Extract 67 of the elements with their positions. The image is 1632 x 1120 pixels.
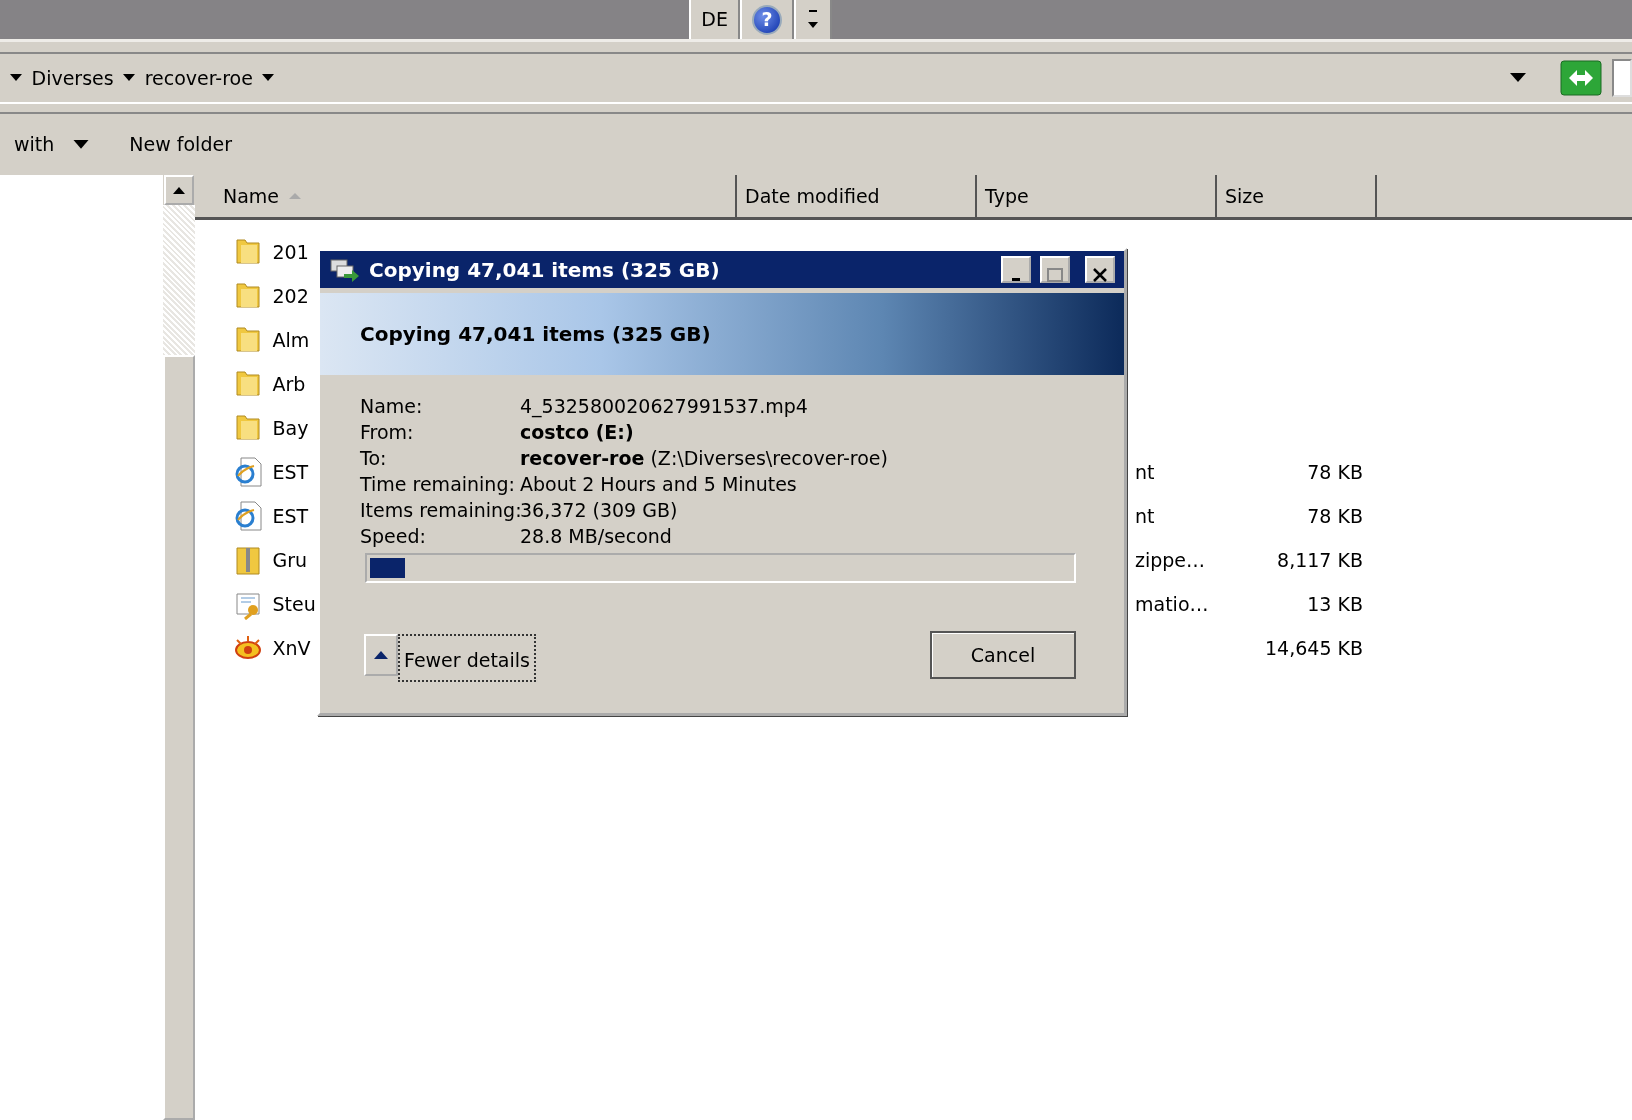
- detail-value: costco (E:): [520, 419, 634, 445]
- detail-label: Items remaining:: [360, 497, 520, 523]
- dropdown-caret-icon[interactable]: [1510, 73, 1526, 83]
- column-header[interactable]: Name: [195, 175, 737, 217]
- close-button[interactable]: [1084, 256, 1115, 283]
- detail-value: 4_532580020627991537.mp4: [520, 393, 808, 419]
- breadcrumb[interactable]: Diverses: [31, 63, 114, 93]
- file-size: 13 KB: [1307, 592, 1363, 615]
- breadcrumb[interactable]: recover-roe: [144, 63, 253, 93]
- fewer-details-button[interactable]: Fewer details: [398, 633, 536, 682]
- file-name[interactable]: XnV: [272, 633, 311, 663]
- column-header[interactable]: Date modified: [737, 175, 977, 217]
- maximize-icon: [1047, 267, 1064, 282]
- caret-icon[interactable]: [262, 74, 275, 82]
- file-name[interactable]: 202: [272, 281, 309, 311]
- file-size: 14,645 KB: [1265, 636, 1363, 659]
- scroll-up-button[interactable]: [164, 175, 194, 205]
- caret-icon[interactable]: [10, 74, 22, 82]
- file-type: matio…: [1135, 592, 1209, 615]
- file-name[interactable]: EST: [272, 457, 309, 487]
- search-field[interactable]: [1612, 59, 1632, 97]
- file-type: zippe…: [1135, 548, 1206, 571]
- file-name[interactable]: Bay: [272, 413, 309, 443]
- copy-icon: [329, 257, 360, 282]
- toolbar-item[interactable]: with: [14, 130, 55, 159]
- file-size: 78 KB: [1307, 460, 1363, 483]
- minimize-icon: [1011, 278, 1020, 281]
- file-name[interactable]: 201: [272, 237, 309, 267]
- up-arrow-icon: [173, 186, 185, 194]
- dialog-title: Copying 47,041 items (325 GB): [369, 256, 721, 284]
- caret-icon[interactable]: [123, 74, 136, 82]
- dialog-heading: Copying 47,041 items (325 GB): [360, 320, 711, 348]
- detail-value: recover-roe (Z:\Diverses\recover-roe): [520, 445, 888, 471]
- detail-label: Time remaining:: [360, 471, 516, 497]
- file-name[interactable]: Alm: [272, 325, 310, 355]
- detail-label: Name:: [360, 393, 424, 419]
- file-type: nt: [1135, 460, 1155, 483]
- detail-value: 28.8 MB/second: [520, 523, 672, 549]
- zip-folder-icon: [233, 544, 263, 576]
- column-header[interactable]: Type: [977, 175, 1217, 217]
- file-name[interactable]: Arb: [272, 369, 306, 399]
- detail-label: Speed:: [360, 523, 427, 549]
- column-header[interactable]: Size: [1217, 175, 1377, 217]
- cancel-button[interactable]: Cancel: [930, 630, 1076, 679]
- scrollbar-thumb[interactable]: [163, 355, 195, 1120]
- refresh-icon[interactable]: [1560, 60, 1602, 96]
- help-icon[interactable]: ?: [752, 4, 782, 35]
- file-name[interactable]: EST: [272, 501, 309, 531]
- file-size: 8,117 KB: [1277, 548, 1363, 571]
- minimize-button[interactable]: [1000, 256, 1031, 283]
- maximize-button[interactable]: [1040, 256, 1071, 283]
- file-name[interactable]: Steu: [272, 589, 316, 619]
- file-type: nt: [1135, 504, 1155, 527]
- web-page-icon: [233, 500, 263, 532]
- web-page-icon: [233, 456, 263, 488]
- toolbar-item[interactable]: New folder: [129, 130, 232, 159]
- file-name[interactable]: Gru: [272, 545, 308, 575]
- collapse-button[interactable]: [364, 633, 398, 676]
- detail-label: From:: [360, 419, 415, 445]
- file-size: 78 KB: [1307, 504, 1363, 527]
- close-icon: [1091, 267, 1108, 282]
- detail-label: To:: [360, 445, 388, 471]
- up-arrow-icon: [374, 650, 388, 660]
- language-indicator[interactable]: DE: [689, 0, 740, 39]
- caret-icon[interactable]: [73, 139, 90, 150]
- detail-value: About 2 Hours and 5 Minutes: [520, 471, 797, 497]
- detail-value: 36,372 (309 GB): [520, 497, 678, 523]
